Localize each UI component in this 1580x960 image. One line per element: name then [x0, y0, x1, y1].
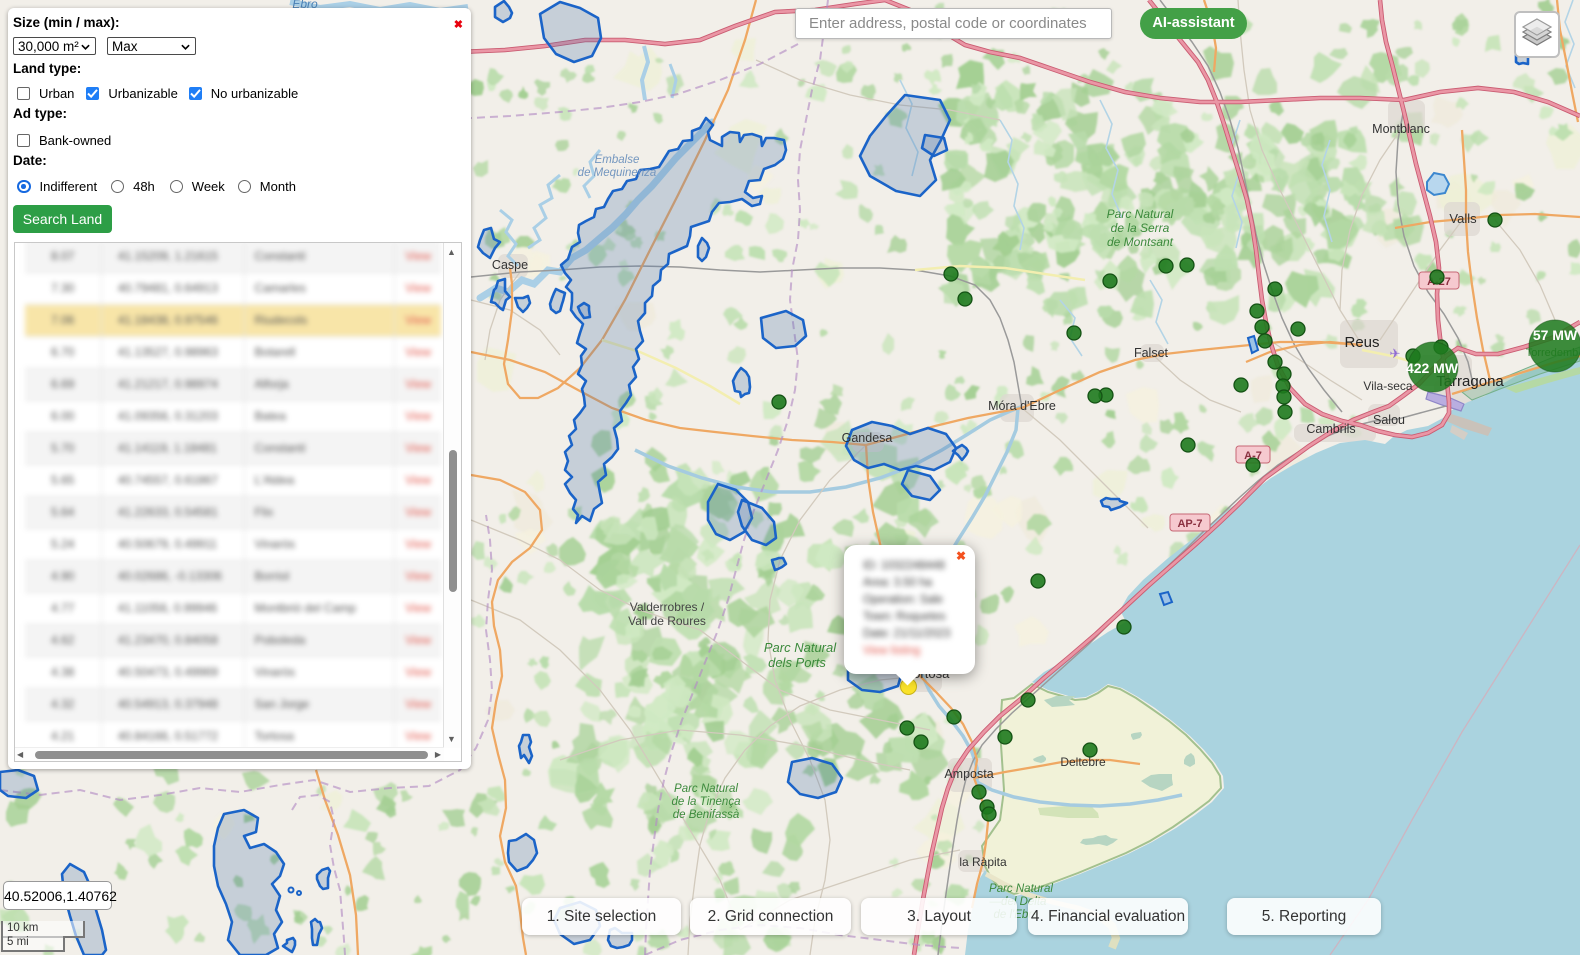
svg-text:Falset: Falset	[1134, 346, 1169, 360]
svg-text:Salou: Salou	[1373, 413, 1405, 427]
svg-text:Parc Natural: Parc Natural	[764, 640, 837, 655]
svg-text:Parc Natural: Parc Natural	[1107, 207, 1174, 221]
svg-text:Caspe: Caspe	[492, 258, 528, 272]
svg-text:Reus: Reus	[1344, 334, 1379, 351]
svg-text:Vila-seca: Vila-seca	[1363, 379, 1412, 393]
svg-text:Valderrobres /: Valderrobres /	[630, 600, 705, 614]
svg-text:Amposta: Amposta	[944, 767, 993, 781]
svg-text:Deltebre: Deltebre	[1060, 755, 1106, 769]
svg-text:Cambrils: Cambrils	[1306, 422, 1355, 436]
svg-text:de la Serra: de la Serra	[1111, 221, 1170, 235]
svg-text:de Montsant: de Montsant	[1107, 235, 1174, 249]
svg-text:dels Ports: dels Ports	[768, 655, 826, 670]
svg-text:de la Tinença: de la Tinença	[672, 796, 741, 808]
svg-text:57 MW: 57 MW	[1533, 327, 1578, 343]
svg-text:Gandesa: Gandesa	[842, 431, 893, 445]
svg-text:422 MW: 422 MW	[1406, 360, 1459, 376]
svg-text:Parc Natural: Parc Natural	[674, 783, 738, 795]
svg-text:Móra d'Ebre: Móra d'Ebre	[988, 399, 1056, 413]
svg-text:Vall de Roures: Vall de Roures	[628, 614, 706, 628]
svg-text:AP-7: AP-7	[1177, 518, 1202, 530]
svg-text:la Ràpita: la Ràpita	[959, 855, 1007, 869]
svg-text:Embalse: Embalse	[595, 154, 640, 166]
svg-text:Parc Natural: Parc Natural	[989, 883, 1053, 895]
svg-text:✈: ✈	[1390, 346, 1401, 361]
svg-text:Valls: Valls	[1449, 211, 1477, 226]
svg-text:Montblanc: Montblanc	[1372, 122, 1430, 136]
svg-text:de Benifassà: de Benifassà	[673, 809, 740, 821]
svg-text:de Mequinenza: de Mequinenza	[578, 167, 657, 179]
